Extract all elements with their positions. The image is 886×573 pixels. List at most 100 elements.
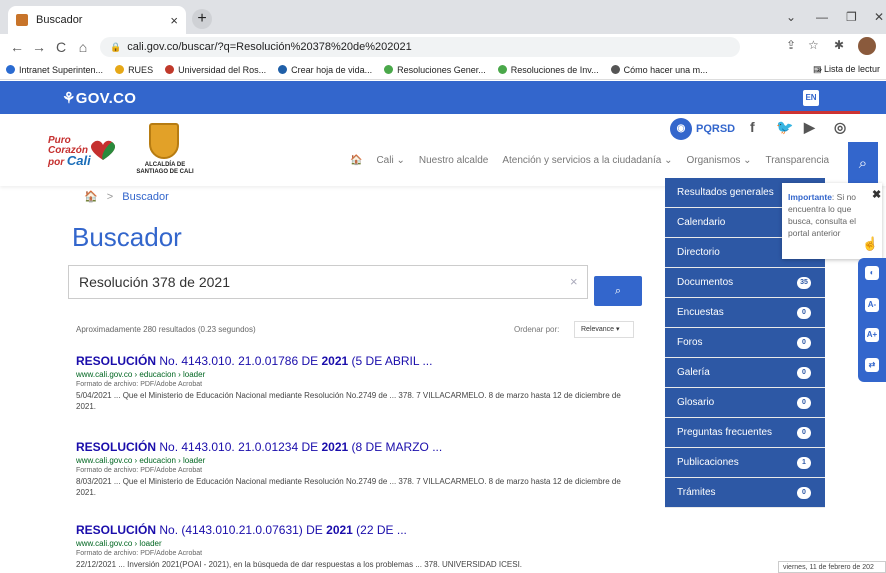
puro-corazon-logo[interactable]: Puro Corazón por Cali: [48, 136, 91, 168]
browser-tab-bar: Buscador × + ⌄ — ❐ ✕: [0, 0, 886, 34]
count-badge: 35: [797, 277, 811, 289]
category-item[interactable]: Preguntas frecuentes 0: [665, 418, 825, 448]
youtube-icon[interactable]: ▶: [804, 119, 815, 136]
order-select[interactable]: Relevance ▾: [574, 321, 634, 338]
result-title-link[interactable]: RESOLUCIÓN No. 4143.010. 21.0.01234 DE 2…: [76, 440, 636, 454]
bookmark-item[interactable]: Resoluciones de Inv...: [497, 65, 599, 75]
search-submit-button[interactable]: ⌕: [594, 276, 642, 306]
facebook-icon[interactable]: f: [750, 119, 755, 135]
restore-button[interactable]: ❐: [846, 10, 857, 24]
category-item[interactable]: Trámites 0: [665, 478, 825, 508]
twitter-icon[interactable]: 🐦: [776, 119, 793, 136]
result-url[interactable]: www.cali.gov.co › educacion › loader: [76, 456, 636, 465]
bookmark-item[interactable]: Cómo hacer una m...: [610, 65, 708, 75]
result-snippet: 5/04/2021 ... Que el Ministerio de Educa…: [76, 391, 621, 411]
bookmark-favicon-icon: [497, 65, 507, 74]
category-item[interactable]: Galería 0: [665, 358, 825, 388]
alcaldia-shield-icon: [149, 123, 179, 159]
count-badge: 0: [797, 427, 811, 439]
count-badge: 0: [797, 487, 811, 499]
date-display: viernes, 11 de febrero de 202: [778, 561, 886, 573]
category-label: Galería: [677, 367, 710, 378]
result-title-link[interactable]: RESOLUCIÓN No. (4143.010.21.0.07631) DE …: [76, 523, 636, 537]
star-icon[interactable]: ☆: [808, 38, 819, 52]
menu-item-atencion[interactable]: Atención y servicios a la ciudadanía ⌄: [502, 155, 672, 166]
result-url[interactable]: www.cali.gov.co › loader: [76, 539, 636, 548]
category-label: Documentos: [677, 277, 734, 288]
back-button[interactable]: ←: [6, 39, 28, 55]
result-url[interactable]: www.cali.gov.co › educacion › loader: [76, 370, 636, 379]
order-label: Ordenar por:: [514, 325, 560, 334]
close-window-button[interactable]: ✕: [874, 10, 884, 24]
bookmark-favicon-icon: [384, 65, 394, 74]
menu-item-organismos[interactable]: Organismos ⌄: [686, 155, 751, 166]
reload-button[interactable]: C: [50, 39, 72, 55]
home-button[interactable]: ⌂: [72, 39, 94, 55]
govco-logo[interactable]: ⚘GOV.CO: [62, 89, 136, 107]
bookmark-favicon-icon: [6, 65, 15, 74]
chevron-down-icon[interactable]: ⌄: [786, 10, 796, 24]
header-search-button[interactable]: ⌕: [848, 142, 878, 186]
result-title-link[interactable]: RESOLUCIÓN No. 4143.010. 21.0.01786 DE 2…: [76, 354, 636, 368]
bookmark-favicon-icon: [115, 65, 125, 74]
category-label: Encuestas: [677, 307, 724, 318]
result-format: Formato de archivo: PDF/Adobe Acrobat: [76, 381, 203, 388]
bookmark-item[interactable]: Resoluciones Gener...: [384, 65, 486, 75]
decrease-font-icon[interactable]: A-: [865, 298, 879, 312]
count-badge: 0: [797, 367, 811, 379]
language-en-button[interactable]: EN: [803, 90, 819, 106]
bookmark-item[interactable]: Universidad del Ros...: [165, 65, 266, 75]
search-input[interactable]: [68, 265, 588, 299]
home-icon[interactable]: 🏠: [350, 155, 362, 166]
search-icon: ⌕: [858, 155, 868, 172]
category-item[interactable]: Glosario 0: [665, 388, 825, 418]
minimize-button[interactable]: —: [816, 10, 828, 24]
count-badge: 1: [797, 457, 811, 469]
url-text: cali.gov.co/buscar/?q=Resolución%20378%2…: [127, 41, 412, 53]
pqrsd-link[interactable]: ◉ PQRSD: [670, 118, 735, 140]
site-header: Puro Corazón por Cali ALCALDÍA DE SANTIA…: [0, 114, 886, 186]
share-icon[interactable]: ⇪: [786, 38, 796, 52]
category-item[interactable]: Foros 0: [665, 328, 825, 358]
profile-avatar[interactable]: [858, 37, 876, 55]
new-tab-button[interactable]: +: [192, 9, 212, 29]
clear-search-icon[interactable]: ×: [570, 274, 578, 289]
category-item[interactable]: Documentos 35: [665, 268, 825, 298]
browser-tab[interactable]: Buscador ×: [8, 6, 186, 34]
category-label: Foros: [677, 337, 703, 348]
increase-font-icon[interactable]: A+: [865, 328, 879, 342]
bookmark-item[interactable]: Crear hoja de vida...: [278, 65, 372, 75]
bookmark-favicon-icon: [278, 65, 288, 74]
contrast-icon[interactable]: ◐: [865, 266, 879, 280]
category-item[interactable]: Encuestas 0: [665, 298, 825, 328]
menu-item-cali[interactable]: Cali ⌄: [376, 155, 404, 166]
instagram-icon[interactable]: ◎: [834, 119, 846, 136]
heart-icon: [91, 140, 115, 160]
pointer-hand-icon: ☝: [862, 236, 879, 251]
forward-button[interactable]: →: [28, 39, 50, 55]
govco-bar: ⚘GOV.CO EN: [0, 81, 886, 114]
menu-item-transparencia[interactable]: Transparencia: [766, 155, 830, 166]
reading-list-button[interactable]: ▤ Lista de lectur: [813, 64, 880, 75]
search-result: RESOLUCIÓN No. 4143.010. 21.0.01234 DE 2…: [76, 440, 636, 498]
count-badge: 0: [797, 397, 811, 409]
url-input[interactable]: 🔒 cali.gov.co/buscar/?q=Resolución%20378…: [100, 37, 740, 57]
pqrsd-icon: ◉: [670, 118, 692, 140]
category-item[interactable]: Publicaciones 1: [665, 448, 825, 478]
tooltip-close-icon[interactable]: ✖: [872, 188, 881, 201]
page-title: Buscador: [72, 222, 182, 252]
results-stats: Aproximadamente 280 resultados (0.23 seg…: [76, 325, 256, 334]
category-label: Trámites: [677, 487, 716, 498]
category-label: Resultados generales: [677, 187, 774, 198]
bookmark-item[interactable]: Intranet Superinten...: [6, 65, 103, 75]
reading-list-label: Lista de lectur: [823, 64, 880, 74]
result-format: Formato de archivo: PDF/Adobe Acrobat: [76, 467, 203, 474]
menu-item-alcalde[interactable]: Nuestro alcalde: [419, 155, 488, 166]
lock-icon: 🔒: [110, 41, 122, 52]
breadcrumb-home-icon[interactable]: 🏠: [84, 191, 98, 203]
bookmark-item[interactable]: RUES: [115, 65, 153, 75]
sign-language-icon[interactable]: ⇄: [865, 358, 879, 372]
tab-close-icon[interactable]: ×: [170, 13, 178, 28]
bookmark-favicon-icon: [165, 65, 175, 74]
extensions-icon[interactable]: ✱: [834, 38, 844, 52]
